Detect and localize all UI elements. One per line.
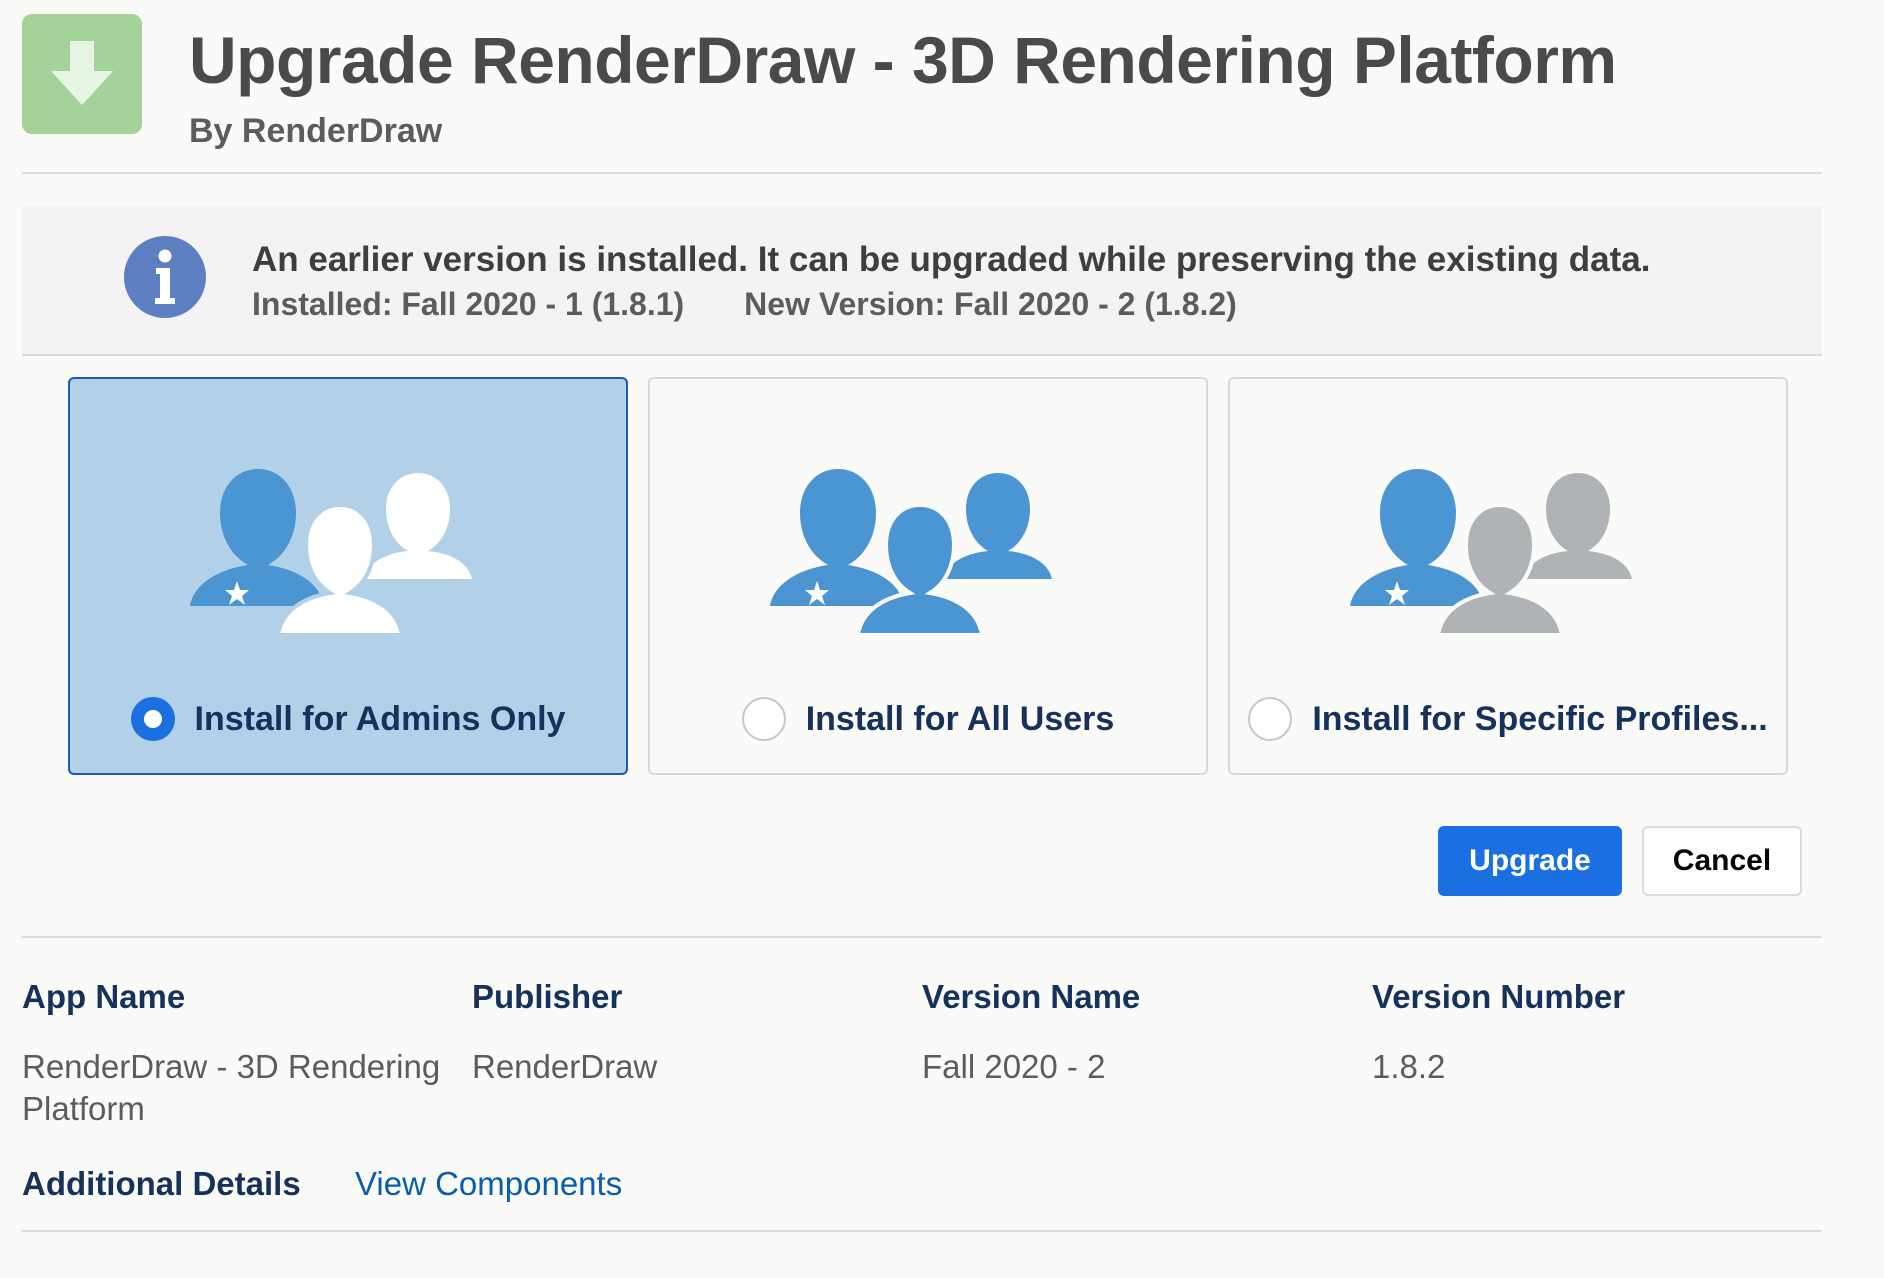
radio-admins-only[interactable] bbox=[130, 697, 175, 741]
detail-version-name: Version Name Fall 2020 - 2 bbox=[922, 978, 1362, 1088]
page-title: Upgrade RenderDraw - 3D Rendering Platfo… bbox=[189, 23, 1617, 97]
option-admins-only-row: Install for Admins Only bbox=[70, 697, 626, 741]
footer-divider bbox=[22, 1230, 1822, 1232]
info-banner: An earlier version is installed. It can … bbox=[22, 206, 1822, 354]
option-specific-profiles-row: Install for Specific Profiles... bbox=[1230, 697, 1786, 741]
option-all-users-row: Install for All Users bbox=[650, 697, 1206, 741]
detail-version-number: Version Number 1.8.2 bbox=[1372, 978, 1812, 1088]
option-all-users[interactable]: Install for All Users bbox=[648, 377, 1208, 775]
version-info: Installed: Fall 2020 - 1 (1.8.1) New Vers… bbox=[252, 286, 1237, 323]
cancel-button[interactable]: Cancel bbox=[1642, 826, 1802, 896]
download-arrow-icon bbox=[22, 14, 142, 134]
option-specific-profiles[interactable]: Install for Specific Profiles... bbox=[1228, 377, 1788, 775]
option-admins-only[interactable]: Install for Admins Only bbox=[68, 377, 628, 775]
detail-publisher: Publisher RenderDraw bbox=[472, 978, 912, 1088]
radio-all-users[interactable] bbox=[741, 697, 786, 741]
banner-message: An earlier version is installed. It can … bbox=[252, 240, 1651, 279]
banner-divider bbox=[22, 354, 1822, 356]
detail-value: Fall 2020 - 2 bbox=[922, 1048, 1106, 1085]
detail-value: RenderDraw - 3D Rendering Platform bbox=[22, 1048, 441, 1127]
detail-value: 1.8.2 bbox=[1372, 1048, 1446, 1085]
installed-version: Installed: Fall 2020 - 1 (1.8.1) bbox=[252, 286, 685, 322]
detail-heading: Version Number bbox=[1372, 978, 1626, 1015]
actions-divider bbox=[22, 936, 1822, 938]
header: Upgrade RenderDraw - 3D Rendering Platfo… bbox=[22, 14, 1884, 164]
option-label: Install for Specific Profiles... bbox=[1312, 699, 1768, 738]
detail-heading: App Name bbox=[22, 978, 186, 1015]
upgrade-page: Upgrade RenderDraw - 3D Rendering Platfo… bbox=[0, 0, 1884, 1278]
radio-specific-profiles[interactable] bbox=[1248, 697, 1293, 741]
info-icon bbox=[124, 236, 206, 318]
detail-app-name: App Name RenderDraw - 3D Rendering Platf… bbox=[22, 978, 462, 1130]
detail-heading: Version Name bbox=[922, 978, 1141, 1015]
option-label: Install for Admins Only bbox=[194, 699, 566, 738]
specific-profiles-people-icon bbox=[1350, 469, 1632, 637]
header-divider bbox=[22, 172, 1822, 174]
all-users-people-icon bbox=[770, 469, 1052, 637]
admins-only-people-icon bbox=[190, 469, 472, 637]
detail-heading: Publisher bbox=[472, 978, 623, 1015]
publisher-byline: By RenderDraw bbox=[189, 112, 443, 150]
detail-value: RenderDraw bbox=[472, 1048, 658, 1085]
additional-details-label: Additional Details bbox=[22, 1165, 301, 1202]
new-version: New Version: Fall 2020 - 2 (1.8.2) bbox=[744, 286, 1237, 322]
option-label: Install for All Users bbox=[805, 699, 1115, 738]
view-components-link[interactable]: View Components bbox=[355, 1165, 622, 1203]
upgrade-button[interactable]: Upgrade bbox=[1438, 826, 1622, 896]
